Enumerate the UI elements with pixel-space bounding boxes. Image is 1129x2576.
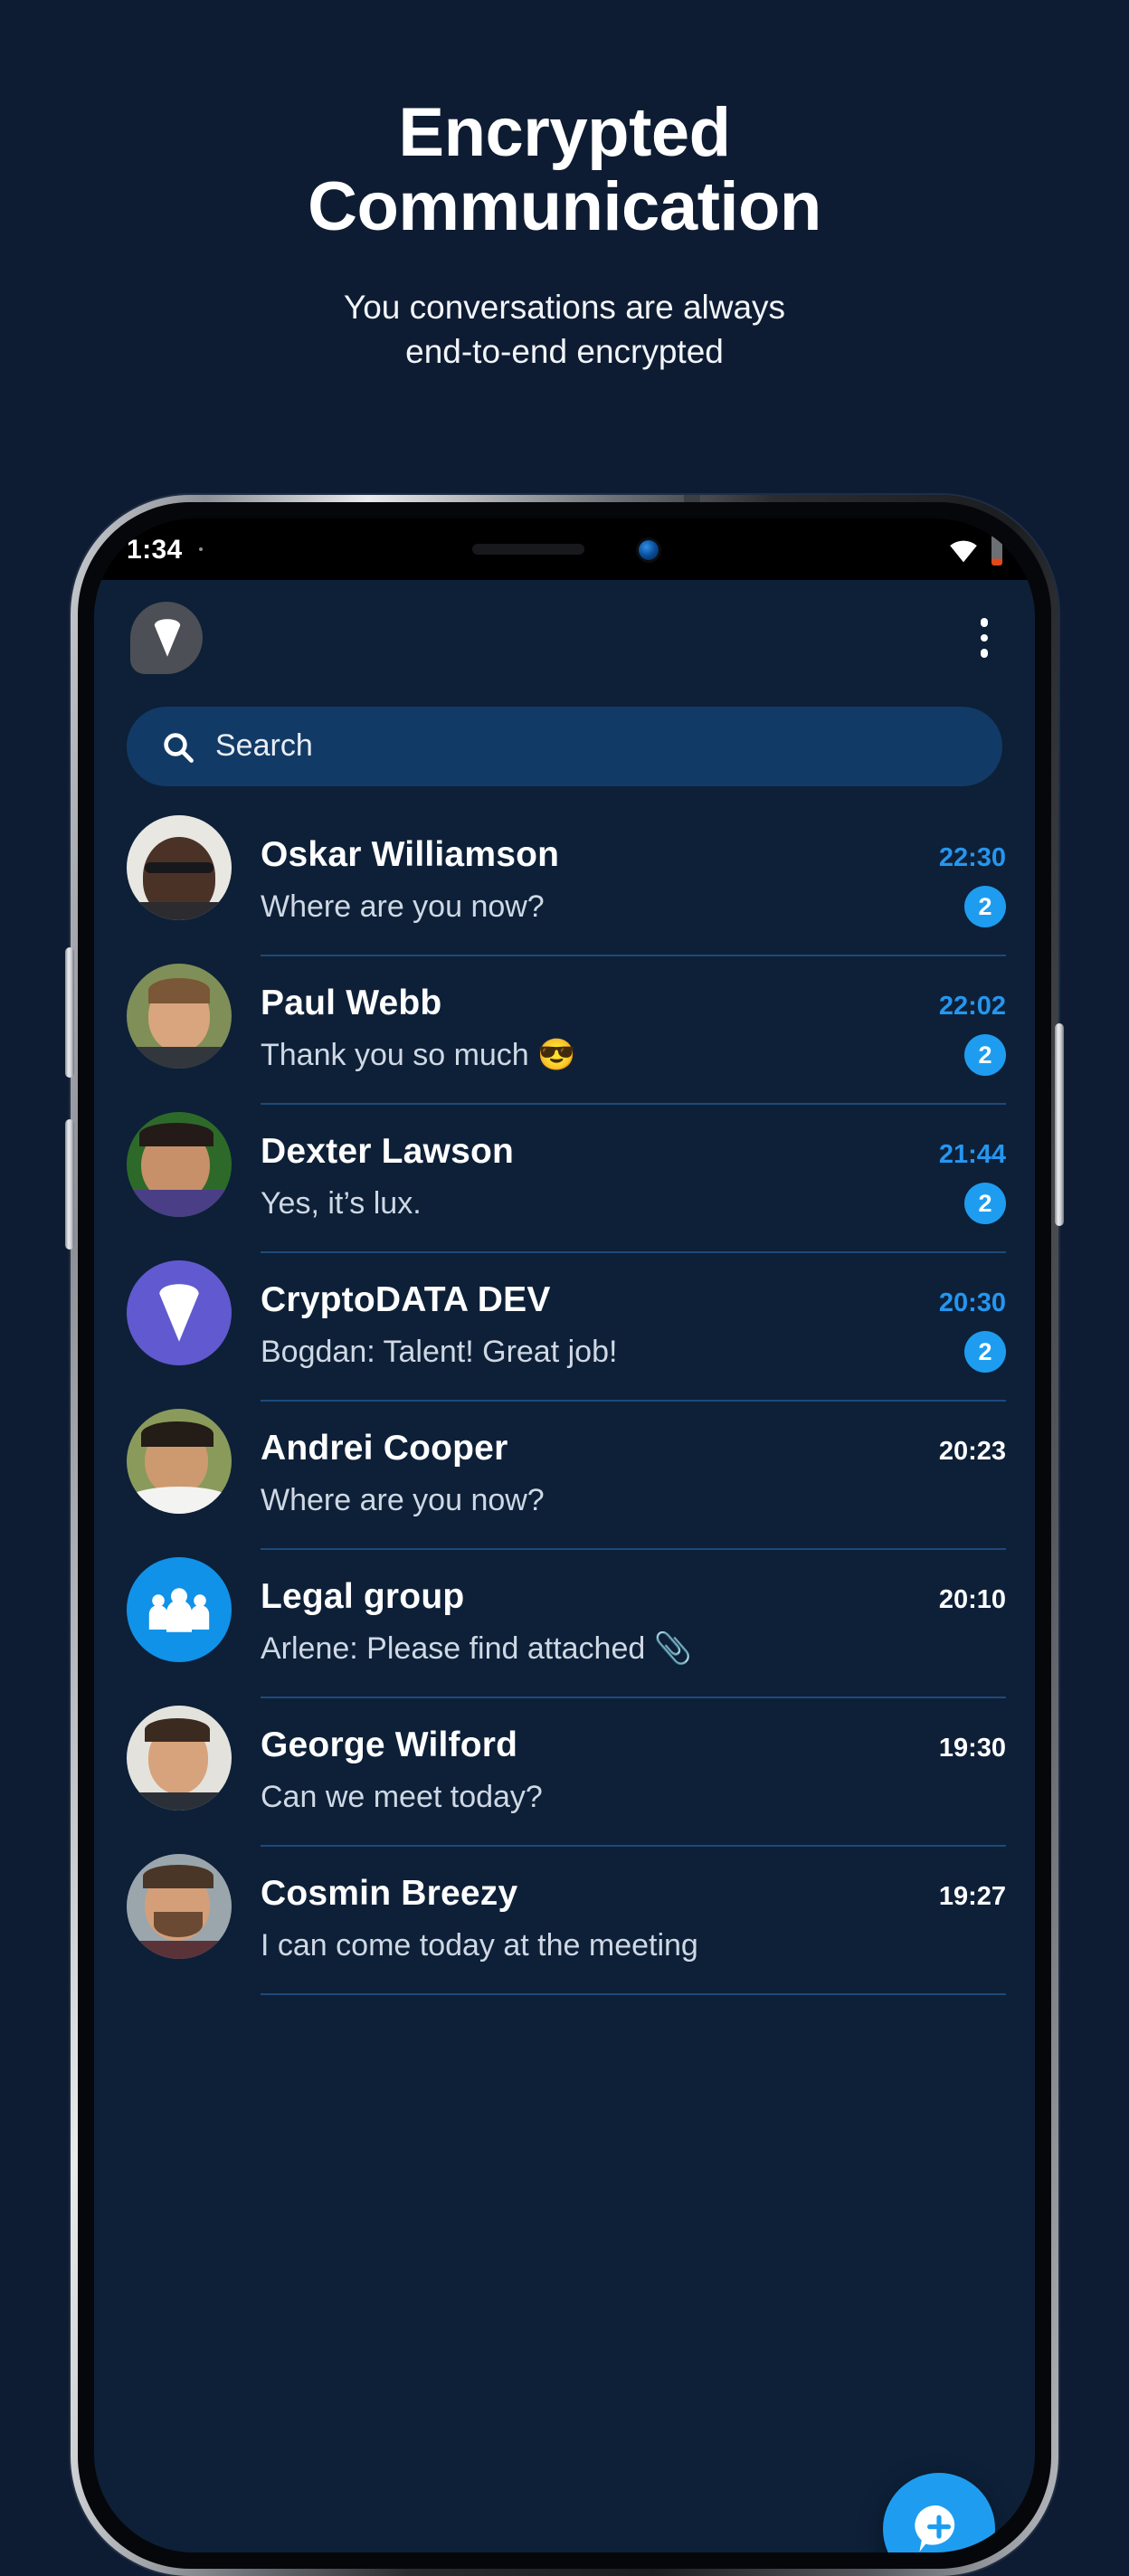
front-camera-icon [638, 539, 658, 559]
avatar-photo [127, 1706, 232, 1811]
chat-preview-message: Thank you so much 😎 [261, 1037, 576, 1071]
chat-preview-message: Where are you now? [261, 889, 545, 923]
battery-icon [991, 534, 1002, 565]
display-notch [356, 518, 773, 580]
status-bar-right [946, 534, 1002, 565]
chat-item-body: Dexter Lawson 21:44 Yes, it’s lux. 2 [261, 1105, 1006, 1253]
status-bar-left: 1:34 [127, 534, 203, 565]
phone-screen: 1:34 Search Oskar Williamson 22:30 Where… [94, 518, 1035, 2552]
avatar[interactable] [127, 1409, 232, 1514]
promo-subtitle-line-1: You conversations are always [343, 289, 786, 327]
chat-timestamp: 19:30 [938, 1735, 1006, 1763]
gem-glyph-icon [153, 619, 180, 657]
status-notification-dot-icon [198, 547, 203, 551]
cryptodata-gem-icon [159, 1284, 199, 1342]
chat-contact-name: Dexter Lawson [261, 1132, 515, 1172]
chat-contact-name: Legal group [261, 1577, 465, 1617]
unread-badge: 2 [964, 886, 1006, 927]
chat-contact-name: Andrei Cooper [261, 1429, 508, 1469]
chat-list-item[interactable]: CryptoDATA DEV 20:30 Bogdan: Talent! Gre… [94, 1253, 1035, 1402]
power-button[interactable] [1055, 1023, 1064, 1226]
chat-timestamp: 20:30 [938, 1289, 1006, 1318]
search-placeholder: Search [215, 728, 313, 763]
status-bar-clock: 1:34 [127, 534, 183, 565]
page-title: Encrypted Communication [0, 94, 1129, 246]
avatar[interactable] [127, 1706, 232, 1811]
chat-preview-message: Where are you now? [261, 1482, 545, 1516]
chat-contact-name: Paul Webb [261, 984, 442, 1023]
chat-list-item[interactable]: Dexter Lawson 21:44 Yes, it’s lux. 2 [94, 1105, 1035, 1253]
chat-preview-message: I can come today at the meeting [261, 1927, 698, 1962]
chat-contact-name: George Wilford [261, 1725, 518, 1765]
avatar-photo [127, 964, 232, 1069]
messenger-app: Search Oskar Williamson 22:30 Where are … [94, 580, 1035, 2552]
promo-subtitle: You conversations are always end-to-end … [0, 286, 1129, 375]
volume-up-button[interactable] [65, 947, 74, 1078]
avatar[interactable] [127, 1557, 232, 1662]
unread-badge: 2 [964, 1034, 1006, 1076]
promo-subtitle-line-2: end-to-end encrypted [405, 332, 724, 370]
chat-list-item[interactable]: Oskar Williamson 22:30 Where are you now… [94, 808, 1035, 956]
chat-contact-name: CryptoDATA DEV [261, 1280, 551, 1320]
earpiece-speaker-icon [471, 544, 583, 555]
chat-item-body: Oskar Williamson 22:30 Where are you now… [261, 808, 1006, 956]
cryptodata-bubble-logo-icon[interactable] [130, 602, 203, 674]
unread-badge: 2 [964, 1331, 1006, 1373]
app-bar [94, 580, 1035, 696]
volume-down-button[interactable] [65, 1119, 74, 1250]
avatar[interactable] [127, 964, 232, 1069]
chat-list-item[interactable]: Legal group 20:10 Arlene: Please find at… [94, 1550, 1035, 1698]
chat-item-body: CryptoDATA DEV 20:30 Bogdan: Talent! Gre… [261, 1253, 1006, 1402]
chat-preview-message: Bogdan: Talent! Great job! [261, 1334, 618, 1368]
new-chat-fab-button[interactable] [883, 2473, 995, 2552]
avatar-photo [127, 1112, 232, 1217]
chat-preview-message: Can we meet today? [261, 1779, 543, 1813]
avatar-photo [127, 1854, 232, 1959]
chat-item-body: Andrei Cooper 20:23 Where are you now? [261, 1402, 1006, 1550]
chat-preview-message: Arlene: Please find attached 📎 [261, 1630, 693, 1665]
chat-contact-name: Cosmin Breezy [261, 1874, 518, 1914]
chat-timestamp: 22:30 [938, 844, 1006, 873]
chat-list-item[interactable]: Paul Webb 22:02 Thank you so much 😎 2 [94, 956, 1035, 1105]
chat-item-body: Paul Webb 22:02 Thank you so much 😎 2 [261, 956, 1006, 1105]
promo-header: Encrypted Communication You conversation… [0, 0, 1129, 375]
chat-list: Oskar Williamson 22:30 Where are you now… [94, 808, 1035, 1995]
avatar[interactable] [127, 1260, 232, 1365]
chat-timestamp: 20:10 [938, 1586, 1006, 1615]
chat-list-item[interactable]: Andrei Cooper 20:23 Where are you now? [94, 1402, 1035, 1550]
chat-list-item[interactable]: George Wilford 19:30 Can we meet today? [94, 1698, 1035, 1847]
avatar[interactable] [127, 1854, 232, 1959]
avatar-photo [127, 1409, 232, 1514]
avatar-photo [127, 815, 232, 920]
group-people-icon [148, 1588, 210, 1632]
unread-badge: 2 [964, 1183, 1006, 1224]
new-chat-plus-icon [915, 2505, 955, 2552]
overflow-menu-icon[interactable] [972, 608, 995, 669]
chat-timestamp: 21:44 [938, 1141, 1006, 1170]
chat-timestamp: 19:27 [938, 1883, 1006, 1912]
avatar[interactable] [127, 815, 232, 920]
chat-item-body: Cosmin Breezy 19:27 I can come today at … [261, 1847, 1006, 1995]
chat-timestamp: 20:23 [938, 1438, 1006, 1467]
chat-timestamp: 22:02 [938, 993, 1006, 1022]
promo-title-line-1: Encrypted [398, 94, 731, 171]
status-bar: 1:34 [94, 518, 1035, 580]
chat-preview-message: Yes, it’s lux. [261, 1185, 422, 1220]
chat-list-item[interactable]: Cosmin Breezy 19:27 I can come today at … [94, 1847, 1035, 1995]
search-input[interactable]: Search [127, 707, 1002, 786]
chat-contact-name: Oskar Williamson [261, 835, 560, 875]
avatar[interactable] [127, 1112, 232, 1217]
chat-item-body: Legal group 20:10 Arlene: Please find at… [261, 1550, 1006, 1698]
search-icon [164, 732, 194, 762]
phone-frame: 1:34 Search Oskar Williamson 22:30 Where… [65, 495, 1064, 2576]
phone-bezel: 1:34 Search Oskar Williamson 22:30 Where… [78, 502, 1051, 2569]
promo-title-line-2: Communication [308, 168, 821, 246]
chat-item-body: George Wilford 19:30 Can we meet today? [261, 1698, 1006, 1847]
wifi-icon [950, 539, 977, 562]
phone-mockup: 1:34 Search Oskar Williamson 22:30 Where… [65, 495, 1064, 2576]
